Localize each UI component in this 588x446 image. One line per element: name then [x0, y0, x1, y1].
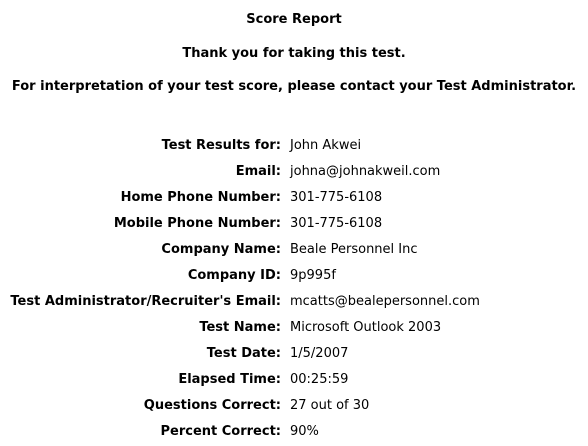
result-label: Questions Correct: [143, 397, 281, 413]
result-value: johna@johnakweil.com [290, 163, 441, 179]
result-value: mcatts@bealepersonnel.com [290, 293, 480, 309]
result-row-administrator-email: Test Administrator/Recruiter's Email: mc… [0, 288, 588, 314]
result-label: Percent Correct: [160, 423, 281, 439]
result-label: Elapsed Time: [178, 371, 281, 387]
result-value: 1/5/2007 [290, 345, 349, 361]
result-value: 27 out of 30 [290, 397, 370, 413]
result-label: Home Phone Number: [120, 189, 281, 205]
result-row-test-date: Test Date: 1/5/2007 [0, 340, 588, 366]
result-value: 00:25:59 [290, 371, 349, 387]
report-title: Score Report [246, 12, 342, 27]
interpretation-message: For interpretation of your test score, p… [11, 79, 577, 94]
result-label: Email: [235, 163, 281, 179]
result-row-home-phone: Home Phone Number: 301-775-6108 [0, 184, 588, 210]
result-label: Test Name: [199, 319, 281, 335]
result-value: 301-775-6108 [290, 215, 383, 231]
result-value: 9p995f [290, 267, 336, 283]
result-value: 301-775-6108 [290, 189, 383, 205]
result-value: Beale Personnel Inc [290, 241, 418, 257]
result-row-company-id: Company ID: 9p995f [0, 262, 588, 288]
result-row-questions-correct: Questions Correct: 27 out of 30 [0, 392, 588, 418]
result-row-elapsed-time: Elapsed Time: 00:25:59 [0, 366, 588, 392]
result-row-test-name: Test Name: Microsoft Outlook 2003 [0, 314, 588, 340]
result-value: John Akwei [290, 137, 362, 153]
result-value: Microsoft Outlook 2003 [290, 319, 442, 335]
result-row-test-results-for: Test Results for: John Akwei [0, 132, 588, 158]
result-label: Mobile Phone Number: [113, 215, 281, 231]
result-row-mobile-phone: Mobile Phone Number: 301-775-6108 [0, 210, 588, 236]
result-value: 90% [290, 423, 319, 439]
result-row-email: Email: johna@johnakweil.com [0, 158, 588, 184]
result-row-percent-correct: Percent Correct: 90% [0, 418, 588, 444]
thank-you-message: Thank you for taking this test. [182, 46, 406, 61]
result-label: Test Date: [206, 345, 281, 361]
result-label: Test Administrator/Recruiter's Email: [10, 293, 281, 309]
result-label: Company Name: [161, 241, 281, 257]
result-label: Company ID: [187, 267, 281, 283]
results-table: Test Results for: John Akwei Email: john… [0, 132, 588, 444]
result-row-company-name: Company Name: Beale Personnel Inc [0, 236, 588, 262]
result-label: Test Results for: [161, 137, 281, 153]
